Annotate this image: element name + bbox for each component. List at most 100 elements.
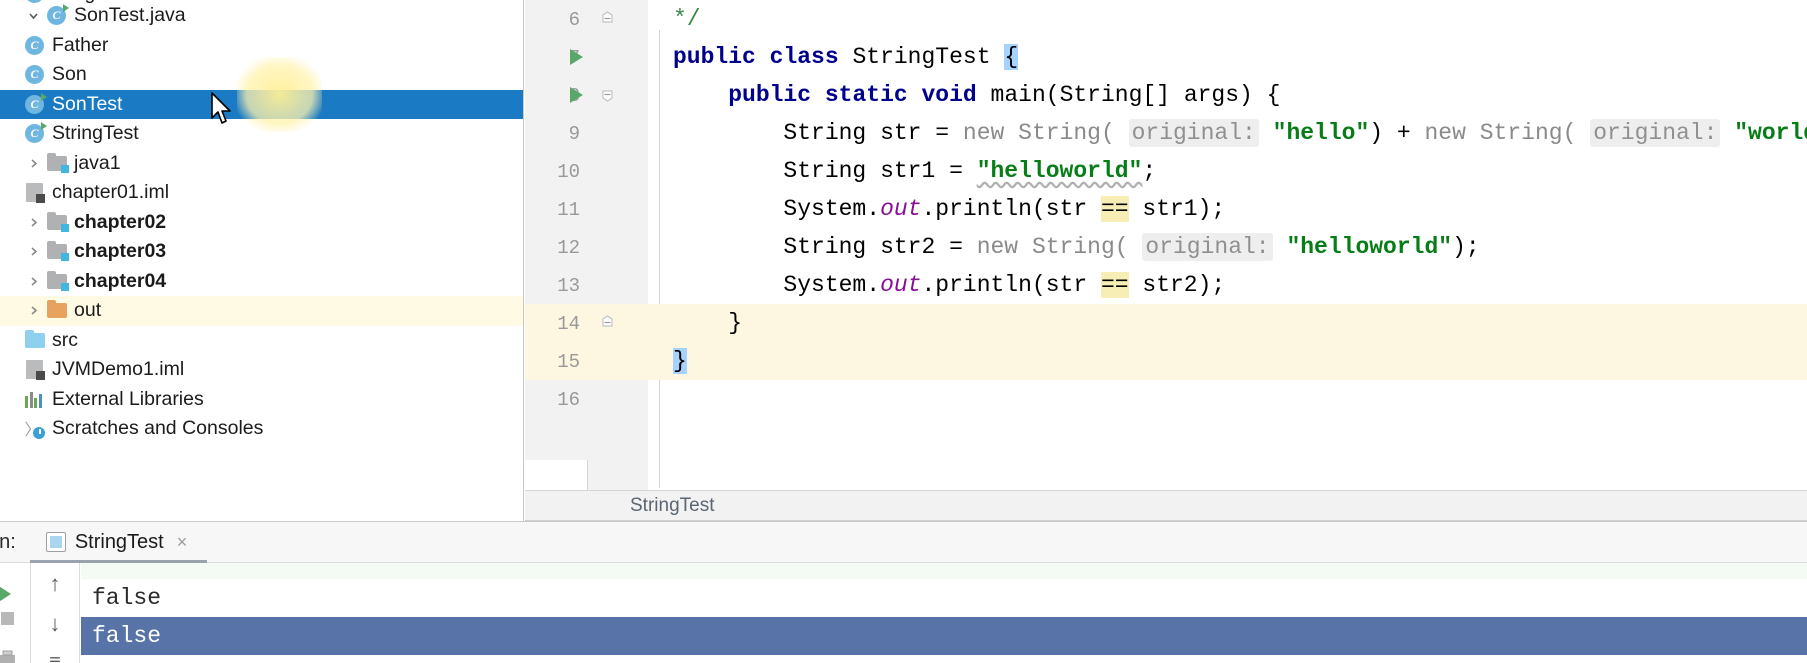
- sidebar-item-label: chapter04: [74, 269, 167, 292]
- gutter-line: 15: [525, 342, 648, 380]
- sidebar-item-sontest-java[interactable]: C SonTest.java: [0, 1, 523, 31]
- sidebar-item-chapter03[interactable]: chapter03: [0, 237, 523, 267]
- chevron-right-icon[interactable]: [22, 216, 44, 229]
- sidebar-item-label: External Libraries: [52, 387, 204, 410]
- chevron-right-icon[interactable]: [22, 245, 44, 258]
- run-toolbar[interactable]: ↑ ↓ ≡: [30, 563, 80, 663]
- stop-icon[interactable]: [0, 607, 20, 631]
- fold-open-icon[interactable]: [600, 87, 615, 102]
- run-tab-label: StringTest: [74, 530, 164, 553]
- closing-brace: }: [728, 310, 743, 336]
- sidebar-item-label: SonTest.java: [74, 4, 186, 26]
- sidebar-item-sontest[interactable]: C SonTest: [0, 89, 523, 119]
- scroll-down-icon[interactable]: ↓: [50, 611, 61, 637]
- console-line[interactable]: false: [81, 579, 1807, 617]
- code-text-area[interactable]: */ public class StringTest { public stat…: [648, 0, 1807, 490]
- sidebar-item-label: out: [74, 299, 102, 321]
- line-number: 11: [557, 199, 580, 221]
- run-window-label: un:: [0, 530, 16, 553]
- close-icon[interactable]: ×: [177, 532, 188, 553]
- java-class-runnable-icon: C: [22, 122, 47, 144]
- sidebar-item-label: SonTest: [52, 92, 123, 115]
- var-str2: str2: [880, 234, 936, 260]
- sidebar-item-chapter04[interactable]: chapter04: [0, 267, 523, 297]
- sidebar-item-father[interactable]: C Father: [0, 31, 523, 61]
- sidebar-item-label: Scratches and Consoles: [52, 417, 264, 439]
- ide-window: C IntegerTest C SonTest.java C Father C …: [0, 0, 1807, 663]
- type-string: String: [783, 120, 867, 146]
- folder-module-icon: [44, 211, 69, 232]
- run-tab-stringtest[interactable]: StringTest ×: [29, 522, 208, 563]
- run-method-icon[interactable]: [570, 87, 583, 103]
- editor-gutter[interactable]: 6 7 8 9 10 11 12 13 14 15 16: [525, 0, 648, 490]
- folder-orange-icon: [44, 300, 69, 319]
- chevron-right-icon[interactable]: [22, 304, 44, 317]
- closing-brace-highlighted: }: [673, 348, 687, 374]
- sidebar-item-external-libraries[interactable]: External Libraries: [0, 385, 523, 415]
- operator-equals: ==: [1100, 196, 1129, 222]
- chevron-right-icon[interactable]: [22, 275, 44, 288]
- fold-end-icon[interactable]: [600, 11, 615, 26]
- sidebar-item-son[interactable]: C Son: [0, 60, 523, 90]
- sidebar-item-label: chapter02: [74, 210, 167, 233]
- console-line: [81, 563, 1807, 579]
- java-class-icon: C: [22, 35, 47, 55]
- code-editor[interactable]: 6 7 8 9 10 11 12 13 14 15 16 */ public c…: [525, 0, 1807, 490]
- fold-end-icon[interactable]: [600, 315, 615, 330]
- rerun-arrow-icon[interactable]: [0, 585, 11, 603]
- sidebar-item-label: JVMDemo1.iml: [52, 358, 185, 380]
- sidebar-item-scratches-and-consoles[interactable]: Scratches and Consoles: [0, 414, 523, 444]
- keyword-void: void: [921, 82, 977, 108]
- code-line-14: }: [648, 304, 1807, 342]
- code-line-15: }: [648, 342, 1807, 380]
- run-tab-bar[interactable]: un: StringTest ×: [0, 522, 1807, 563]
- var-str2: str2: [1142, 272, 1198, 298]
- line-number: 12: [557, 237, 580, 259]
- sidebar-item-chapter02[interactable]: chapter02: [0, 208, 523, 238]
- java-class-icon: C: [22, 65, 47, 85]
- class-name-stringtest: StringTest: [852, 44, 991, 70]
- sidebar-item-java1[interactable]: java1: [0, 149, 523, 179]
- var-str1: str1: [880, 158, 936, 184]
- class-system: System: [783, 272, 867, 298]
- sidebar-item-stringtest[interactable]: C StringTest: [0, 119, 523, 149]
- var-str: str: [1045, 196, 1088, 222]
- sidebar-item-jvmdemo1-iml[interactable]: JVMDemo1.iml: [0, 355, 523, 385]
- project-tree-panel[interactable]: C IntegerTest C SonTest.java C Father C …: [0, 0, 524, 521]
- string-literal-helloworld: "helloworld": [1286, 234, 1453, 260]
- scroll-up-icon[interactable]: ↑: [50, 571, 61, 597]
- chevron-right-icon[interactable]: [22, 157, 44, 170]
- console-output[interactable]: false false: [81, 563, 1807, 663]
- line-number: 6: [568, 9, 580, 31]
- var-str: str: [1045, 272, 1088, 298]
- console-line-selected[interactable]: false: [81, 617, 1807, 655]
- run-tool-window[interactable]: un: StringTest × ↑ ↓ ≡ false false: [0, 521, 1807, 663]
- operator-plus: +: [1396, 120, 1411, 146]
- java-class-runnable-icon: C: [44, 4, 69, 26]
- soft-wrap-icon[interactable]: ≡: [49, 651, 61, 663]
- sidebar-item-label: chapter01.iml: [52, 181, 170, 203]
- field-out: out: [880, 272, 922, 298]
- sidebar-item-label: src: [52, 328, 78, 351]
- folder-blue-icon: [22, 329, 47, 348]
- method-println: println: [935, 196, 1032, 222]
- sidebar-item-src[interactable]: src: [0, 326, 523, 356]
- breadcrumb-item-stringtest[interactable]: StringTest: [630, 495, 714, 517]
- sidebar-item-chapter01-iml[interactable]: chapter01.iml: [0, 178, 523, 208]
- chevron-down-icon[interactable]: [22, 9, 44, 22]
- breadcrumb[interactable]: StringTest: [525, 490, 1807, 521]
- printer-icon[interactable]: [0, 647, 20, 663]
- line-number: 16: [557, 389, 580, 411]
- line-number: 9: [568, 123, 580, 145]
- keyword-public: public: [673, 44, 756, 70]
- keyword-new: new: [1424, 120, 1466, 146]
- gutter-line: 9: [525, 114, 648, 152]
- run-class-icon[interactable]: [570, 49, 583, 65]
- console-tab-icon: [45, 532, 66, 552]
- folder-module-icon: [44, 241, 69, 262]
- sidebar-item-out[interactable]: out: [0, 296, 523, 326]
- gutter-line: 16: [525, 380, 648, 418]
- code-line-6: */: [648, 0, 1807, 38]
- sidebar-item-label: Father: [52, 33, 109, 56]
- code-line-7: public class StringTest {: [648, 38, 1807, 76]
